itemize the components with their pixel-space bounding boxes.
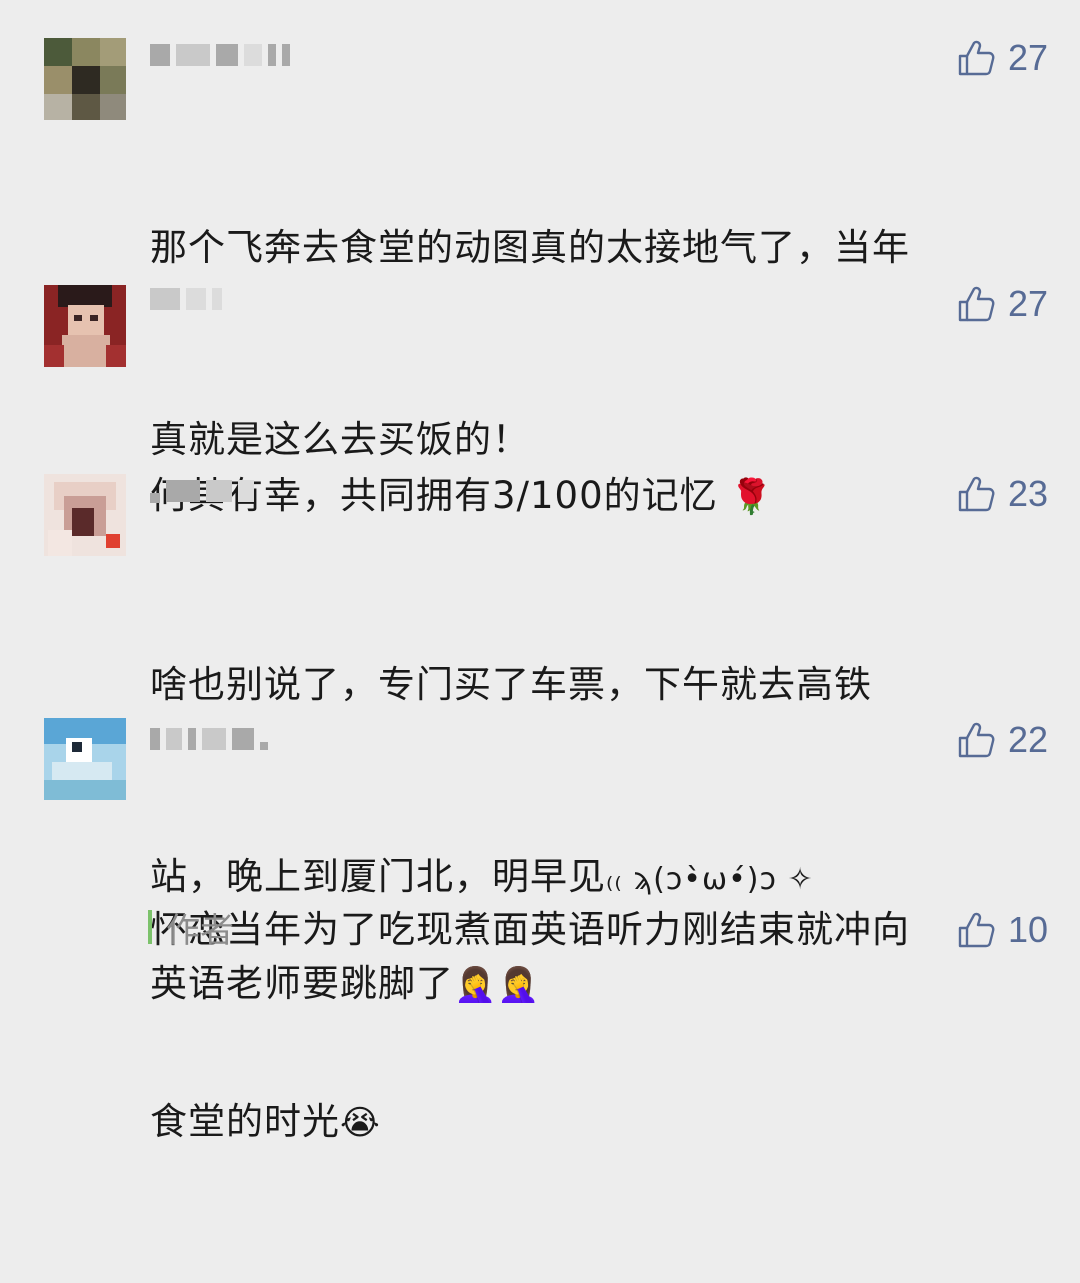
like-button[interactable]: 27: [956, 282, 1048, 326]
comment-text-line: 怀恋当年为了吃现煮面英语听力刚结束就冲向: [150, 908, 910, 951]
thumbs-up-icon: [958, 286, 995, 322]
like-button[interactable]: 27: [956, 36, 1048, 80]
thumbs-up-icon: [958, 476, 995, 512]
like-button[interactable]: 22: [956, 718, 1048, 762]
like-count: 10: [1007, 909, 1048, 950]
thumbs-up-icon: [958, 912, 995, 948]
comment-text-line: 何其有幸，共同拥有3/100的记忆 🌹: [150, 464, 1050, 529]
like-button[interactable]: 10: [956, 908, 1048, 952]
avatar[interactable]: [44, 474, 126, 556]
thumbs-up-icon: [958, 722, 995, 758]
author-reply-text: 英语老师要跳脚了🤦‍♀️🤦‍♀️: [150, 958, 541, 1011]
like-count: 23: [1007, 473, 1048, 514]
username-obscured[interactable]: [150, 284, 222, 314]
author-reply-header: 作者: [148, 906, 234, 951]
username-obscured[interactable]: [150, 724, 268, 754]
author-reply-content: 英语老师要跳脚了: [150, 962, 454, 1005]
like-count: 27: [1007, 37, 1048, 78]
author-reply-marker: [148, 910, 152, 944]
comment-text-line: 那个飞奔去食堂的动图真的太接地气了，当年: [150, 226, 910, 269]
like-button[interactable]: 23: [956, 472, 1048, 516]
comment-text-line: 食堂的时光😭: [150, 1090, 1050, 1155]
comment-text: 怀恋当年为了吃现煮面英语听力刚结束就冲向 食堂的时光😭: [150, 770, 1050, 1283]
avatar[interactable]: [44, 285, 126, 367]
username-obscured[interactable]: [150, 40, 290, 70]
rose-icon: 🌹: [730, 477, 774, 517]
facepalm-icon: 🤦‍♀️: [454, 965, 498, 1005]
crying-face-icon: 😭: [340, 1103, 381, 1143]
avatar[interactable]: [44, 718, 126, 800]
facepalm-icon: 🤦‍♀️: [497, 965, 541, 1005]
thumbs-up-icon: [958, 40, 995, 76]
comment-text-line: 啥也别说了，专门买了车票，下午就去高铁: [150, 663, 872, 706]
like-count: 22: [1007, 719, 1048, 760]
avatar[interactable]: [44, 38, 126, 120]
comment-text-content: 食堂的时光: [150, 1100, 340, 1143]
like-count: 27: [1007, 283, 1048, 324]
author-label: 作者: [166, 910, 234, 951]
username-obscured[interactable]: [150, 476, 254, 506]
